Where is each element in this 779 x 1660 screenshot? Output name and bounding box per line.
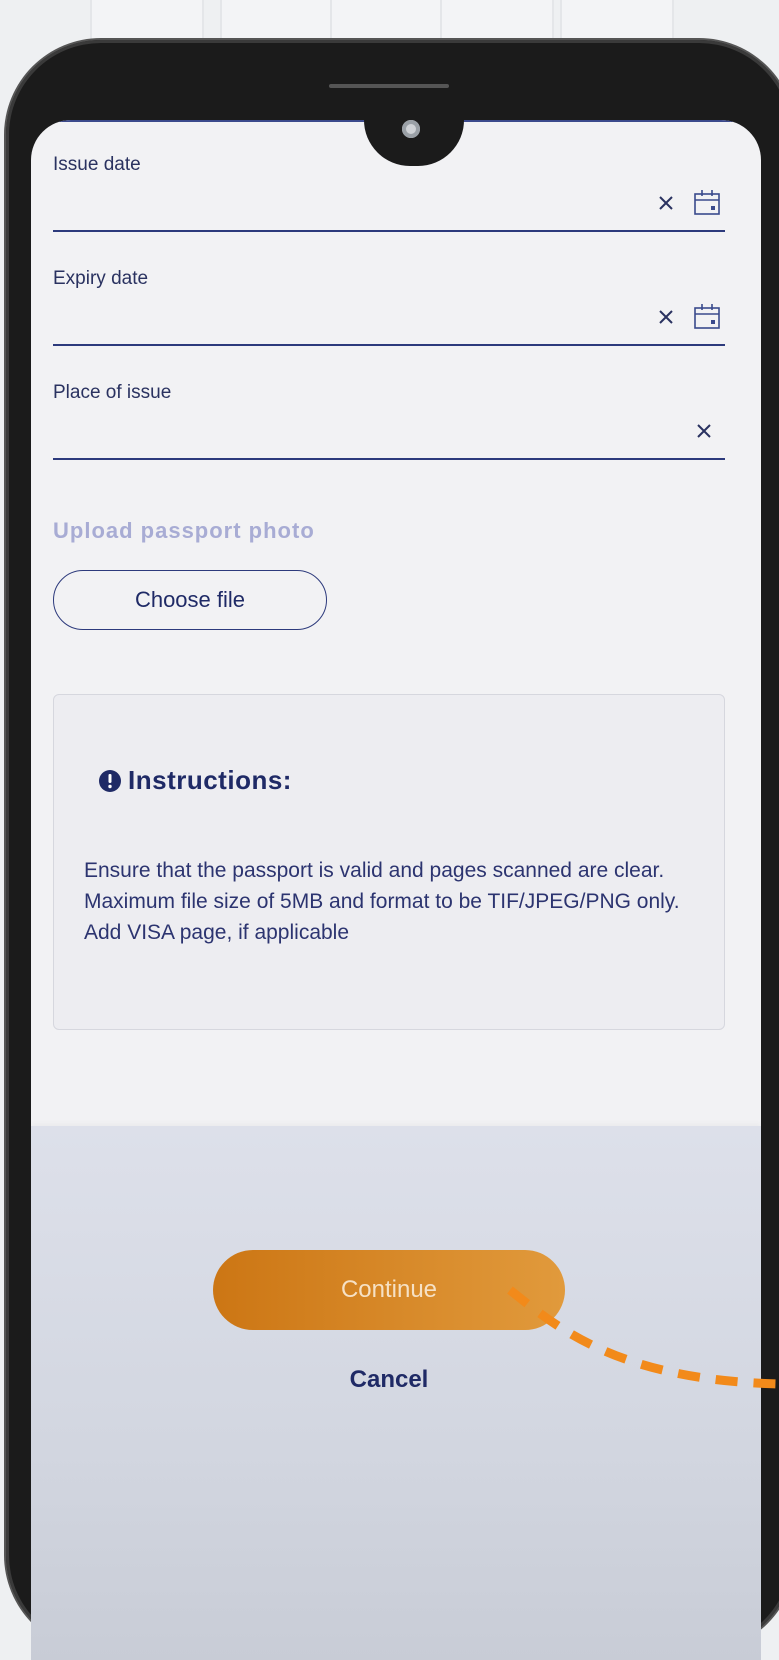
instructions-header: Instructions: (98, 765, 292, 796)
issue-date-label: Issue date (53, 154, 141, 175)
phone-frame: Issue date Expiry date Place of issue Up… (6, 40, 779, 1660)
place-of-issue-label: Place of issue (53, 382, 172, 403)
calendar-icon[interactable] (693, 302, 721, 330)
choose-file-button[interactable]: Choose file (53, 570, 327, 630)
place-of-issue-field: Place of issue (53, 382, 725, 460)
cancel-button[interactable]: Cancel (289, 1360, 489, 1400)
place-of-issue-input[interactable] (53, 420, 617, 452)
upload-passport-title: Upload passport photo (53, 518, 315, 543)
calendar-icon[interactable] (693, 188, 721, 216)
close-icon[interactable] (695, 422, 713, 440)
instructions-panel: Instructions: Ensure that the passport i… (53, 694, 725, 1030)
continue-button[interactable]: Continue (213, 1250, 565, 1330)
expiry-date-label: Expiry date (53, 268, 149, 289)
close-icon[interactable] (657, 308, 675, 326)
phone-screen: Issue date Expiry date Place of issue Up… (31, 120, 761, 1660)
action-footer: Continue Cancel (31, 1126, 761, 1660)
instructions-text: Ensure that the passport is valid and pa… (84, 859, 680, 944)
phone-speaker (329, 84, 449, 88)
instructions-title: Instructions: (128, 765, 292, 795)
close-icon[interactable] (657, 194, 675, 212)
front-camera (402, 120, 420, 138)
issue-date-input[interactable] (53, 192, 617, 224)
expiry-date-input[interactable] (53, 306, 617, 338)
expiry-date-field: Expiry date (53, 268, 725, 346)
issue-date-field: Issue date (53, 154, 725, 232)
info-icon (99, 769, 121, 792)
